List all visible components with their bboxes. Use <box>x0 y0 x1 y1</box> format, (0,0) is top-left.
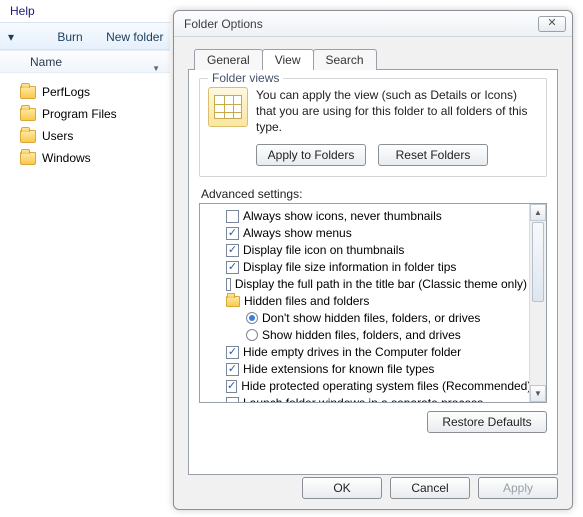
folder-icon <box>226 296 240 307</box>
file-pane: Name PerfLogs Program Files Users Windows <box>0 50 170 517</box>
folder-views-legend: Folder views <box>208 71 283 85</box>
setting-row[interactable]: Launch folder windows in a separate proc… <box>206 395 527 402</box>
dialog-titlebar[interactable]: Folder Options ✕ <box>174 11 572 37</box>
checkbox[interactable] <box>226 278 231 291</box>
setting-label: Hide empty drives in the Computer folder <box>243 345 461 359</box>
apply-button[interactable]: Apply <box>478 477 558 499</box>
close-icon: ✕ <box>547 18 556 29</box>
menu-help[interactable]: Help <box>10 4 35 18</box>
folder-options-dialog: Folder Options ✕ General View Search Fol… <box>173 10 573 510</box>
folder-icon <box>20 130 36 143</box>
apply-to-folders-button[interactable]: Apply to Folders <box>256 144 366 166</box>
setting-label: Launch folder windows in a separate proc… <box>243 396 483 402</box>
ok-button[interactable]: OK <box>302 477 382 499</box>
explorer-toolbar: ▾ Burn New folder <box>0 22 170 50</box>
list-item-label: Users <box>42 129 73 143</box>
setting-row[interactable]: Hide protected operating system files (R… <box>206 378 527 395</box>
checkbox[interactable] <box>226 380 237 393</box>
tab-panel-view: Folder views You can apply the view (suc… <box>188 69 558 475</box>
list-item[interactable]: Windows <box>20 147 117 169</box>
setting-label: Show hidden files, folders, and drives <box>262 328 461 342</box>
folder-icon <box>20 108 36 121</box>
list-item[interactable]: Users <box>20 125 117 147</box>
setting-label: Always show icons, never thumbnails <box>243 209 442 223</box>
setting-row[interactable]: Hide empty drives in the Computer folder <box>206 344 527 361</box>
setting-label: Display file size information in folder … <box>243 260 456 274</box>
setting-label: Hidden files and folders <box>244 294 369 308</box>
list-item-label: PerfLogs <box>42 85 90 99</box>
reset-folders-button[interactable]: Reset Folders <box>378 144 488 166</box>
setting-label: Hide extensions for known file types <box>243 362 434 376</box>
setting-row[interactable]: Always show menus <box>206 225 527 242</box>
tab-strip: General View Search <box>194 45 558 69</box>
setting-label: Display the full path in the title bar (… <box>235 277 527 291</box>
setting-row[interactable]: Hidden files and folders <box>206 293 527 310</box>
burn-button[interactable]: Burn <box>57 23 82 51</box>
setting-row[interactable]: Display file icon on thumbnails <box>206 242 527 259</box>
list-item-label: Windows <box>42 151 91 165</box>
folder-views-group: Folder views You can apply the view (suc… <box>199 78 547 177</box>
tab-search[interactable]: Search <box>313 49 377 70</box>
tab-view[interactable]: View <box>262 49 314 70</box>
checkbox[interactable] <box>226 397 239 402</box>
list-item[interactable]: Program Files <box>20 103 117 125</box>
restore-defaults-button[interactable]: Restore Defaults <box>427 411 547 433</box>
setting-label: Always show menus <box>243 226 352 240</box>
advanced-settings-list: Always show icons, never thumbnails Alway… <box>199 203 547 403</box>
checkbox[interactable] <box>226 261 239 274</box>
folder-views-text: You can apply the view (such as Details … <box>256 87 538 136</box>
checkbox[interactable] <box>226 244 239 257</box>
checkbox[interactable] <box>226 227 239 240</box>
scroll-up-button[interactable]: ▲ <box>530 204 546 221</box>
setting-row[interactable]: Hide extensions for known file types <box>206 361 527 378</box>
advanced-scrollbar[interactable]: ▲ ▼ <box>529 204 546 402</box>
setting-row[interactable]: Show hidden files, folders, and drives <box>206 327 527 344</box>
folder-icon <box>20 152 36 165</box>
dialog-title: Folder Options <box>184 17 538 31</box>
radio[interactable] <box>246 329 258 341</box>
setting-row[interactable]: Don't show hidden files, folders, or dri… <box>206 310 527 327</box>
list-item[interactable]: PerfLogs <box>20 81 117 103</box>
cancel-button[interactable]: Cancel <box>390 477 470 499</box>
setting-row[interactable]: Display the full path in the title bar (… <box>206 276 527 293</box>
scroll-down-button[interactable]: ▼ <box>530 385 546 402</box>
scroll-thumb[interactable] <box>532 222 544 302</box>
checkbox[interactable] <box>226 363 239 376</box>
checkbox[interactable] <box>226 346 239 359</box>
checkbox[interactable] <box>226 210 239 223</box>
list-item-label: Program Files <box>42 107 117 121</box>
setting-row[interactable]: Always show icons, never thumbnails <box>206 208 527 225</box>
setting-label: Don't show hidden files, folders, or dri… <box>262 311 480 325</box>
toolbar-dropdown[interactable]: ▾ <box>8 23 14 51</box>
setting-label: Hide protected operating system files (R… <box>241 379 529 393</box>
advanced-settings-label: Advanced settings: <box>201 187 547 201</box>
radio[interactable] <box>246 312 258 324</box>
close-button[interactable]: ✕ <box>538 16 566 32</box>
tab-general[interactable]: General <box>194 49 263 70</box>
folder-views-icon <box>208 87 248 127</box>
setting-row[interactable]: Display file size information in folder … <box>206 259 527 276</box>
setting-label: Display file icon on thumbnails <box>243 243 404 257</box>
new-folder-button[interactable]: New folder <box>106 23 163 51</box>
folder-icon <box>20 86 36 99</box>
column-header-name[interactable]: Name <box>0 51 170 73</box>
